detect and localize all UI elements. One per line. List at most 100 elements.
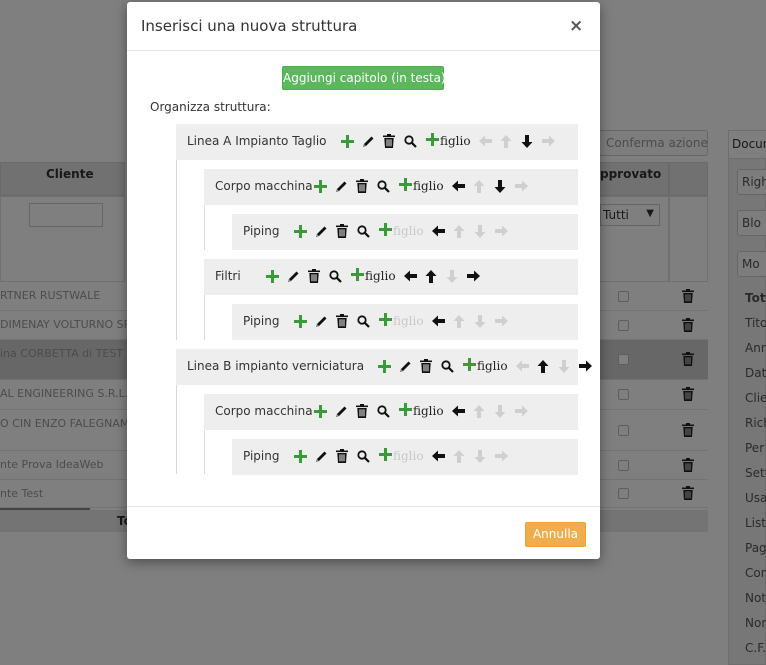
- tree-node-label: Linea B impianto verniciatura: [187, 359, 365, 373]
- move-down-arrow-icon: [472, 222, 488, 240]
- add-child-button[interactable]: figlio: [351, 267, 396, 285]
- move-left-arrow-icon[interactable]: [402, 267, 418, 285]
- move-left-arrow-icon[interactable]: [450, 402, 466, 420]
- move-down-arrow-icon: [474, 224, 486, 238]
- move-right-arrow-icon[interactable]: [465, 267, 481, 285]
- add-child-button[interactable]: figlio: [399, 402, 444, 420]
- search-icon[interactable]: [355, 312, 371, 330]
- tree-node: Linea A Impianto Taglio figlio: [176, 124, 578, 160]
- search-icon[interactable]: [375, 402, 391, 420]
- add-sibling-plus-icon: [313, 179, 327, 193]
- delete-trash-icon: [420, 359, 432, 373]
- add-child-button[interactable]: figlio: [426, 132, 471, 150]
- move-up-arrow-icon[interactable]: [423, 267, 439, 285]
- move-right-arrow-icon: [514, 405, 528, 417]
- add-sibling-plus-icon[interactable]: [339, 132, 355, 150]
- edit-pencil-icon: [315, 451, 326, 462]
- tree-node: Corpo macchina figlio: [204, 169, 578, 205]
- move-left-arrow-icon: [431, 315, 445, 327]
- delete-trash-icon[interactable]: [334, 447, 350, 465]
- move-left-arrow-icon: [451, 180, 465, 192]
- move-up-arrow-icon[interactable]: [535, 357, 551, 375]
- edit-pencil-icon[interactable]: [313, 447, 329, 465]
- search-icon[interactable]: [375, 177, 391, 195]
- tree-node: Linea B impianto verniciatura figlio: [176, 349, 592, 385]
- add-sibling-plus-icon[interactable]: [292, 447, 308, 465]
- add-sibling-plus-icon[interactable]: [312, 177, 328, 195]
- move-left-arrow-icon: [403, 270, 417, 282]
- move-left-arrow-icon: [431, 225, 445, 237]
- move-down-arrow-icon: [444, 267, 460, 285]
- move-down-arrow-icon: [474, 449, 486, 463]
- tree-guide-line: [204, 430, 205, 474]
- delete-trash-icon[interactable]: [306, 267, 322, 285]
- edit-pencil-icon: [335, 181, 346, 192]
- delete-trash-icon[interactable]: [354, 177, 370, 195]
- delete-trash-icon[interactable]: [381, 132, 397, 150]
- delete-trash-icon: [336, 314, 348, 328]
- move-right-arrow-icon[interactable]: [577, 357, 593, 375]
- edit-pencil-icon[interactable]: [313, 312, 329, 330]
- cancel-button[interactable]: Annulla: [525, 522, 586, 547]
- move-left-arrow-icon: [515, 360, 529, 372]
- tree-node-label: Piping: [243, 449, 280, 463]
- add-sibling-plus-icon[interactable]: [376, 357, 392, 375]
- add-sibling-plus-icon: [293, 224, 307, 238]
- add-child-button[interactable]: figlio: [399, 177, 444, 195]
- add-chapter-head-button[interactable]: Aggiungi capitolo (in testa): [282, 66, 446, 90]
- search-icon: [376, 179, 390, 193]
- edit-pencil-icon: [362, 136, 373, 147]
- move-left-arrow-icon[interactable]: [450, 177, 466, 195]
- add-sibling-plus-icon[interactable]: [312, 402, 328, 420]
- edit-pencil-icon[interactable]: [333, 402, 349, 420]
- search-icon[interactable]: [402, 132, 418, 150]
- move-left-arrow-icon[interactable]: [430, 447, 446, 465]
- close-icon[interactable]: ×: [569, 16, 583, 36]
- search-icon[interactable]: [355, 222, 371, 240]
- move-up-arrow-icon: [451, 312, 467, 330]
- add-sibling-plus-icon[interactable]: [292, 312, 308, 330]
- move-right-arrow-icon: [513, 402, 529, 420]
- search-icon[interactable]: [355, 447, 371, 465]
- edit-pencil-icon[interactable]: [360, 132, 376, 150]
- move-left-arrow-icon[interactable]: [430, 312, 446, 330]
- tree-node: Piping figlio: [232, 214, 578, 250]
- move-right-arrow-icon: [466, 270, 480, 282]
- delete-trash-icon[interactable]: [334, 222, 350, 240]
- move-right-arrow-icon: [494, 315, 508, 327]
- move-down-arrow-icon[interactable]: [492, 177, 508, 195]
- edit-pencil-icon[interactable]: [397, 357, 413, 375]
- edit-pencil-icon[interactable]: [333, 177, 349, 195]
- tree-node-label: Piping: [243, 224, 280, 238]
- move-down-arrow-icon: [494, 179, 506, 193]
- move-down-arrow-icon[interactable]: [519, 132, 535, 150]
- move-down-arrow-icon: [494, 404, 506, 418]
- delete-trash-icon[interactable]: [334, 312, 350, 330]
- move-up-arrow-icon: [471, 402, 487, 420]
- delete-trash-icon[interactable]: [418, 357, 434, 375]
- search-icon[interactable]: [439, 357, 455, 375]
- move-left-arrow-icon: [451, 405, 465, 417]
- delete-trash-icon[interactable]: [354, 402, 370, 420]
- add-sibling-plus-icon: [340, 134, 354, 148]
- add-child-button[interactable]: figlio: [463, 357, 508, 375]
- move-up-arrow-icon: [425, 269, 437, 283]
- move-right-arrow-icon: [493, 447, 509, 465]
- move-down-arrow-icon: [472, 447, 488, 465]
- edit-pencil-icon: [335, 406, 346, 417]
- tree-node-label: Corpo macchina: [215, 404, 313, 418]
- add-child-label: figlio: [477, 359, 508, 373]
- edit-pencil-icon[interactable]: [285, 267, 301, 285]
- organize-structure-label: Organizza struttura:: [150, 100, 271, 114]
- tree-node: Corpo macchina figlio: [204, 394, 578, 430]
- search-icon: [356, 224, 370, 238]
- add-child-label: figlio: [440, 134, 471, 148]
- search-icon: [328, 269, 342, 283]
- add-sibling-plus-icon: [377, 359, 391, 373]
- add-sibling-plus-icon[interactable]: [264, 267, 280, 285]
- search-icon[interactable]: [327, 267, 343, 285]
- edit-pencil-icon[interactable]: [313, 222, 329, 240]
- add-sibling-plus-icon[interactable]: [292, 222, 308, 240]
- move-left-arrow-icon[interactable]: [430, 222, 446, 240]
- move-left-arrow-icon: [514, 357, 530, 375]
